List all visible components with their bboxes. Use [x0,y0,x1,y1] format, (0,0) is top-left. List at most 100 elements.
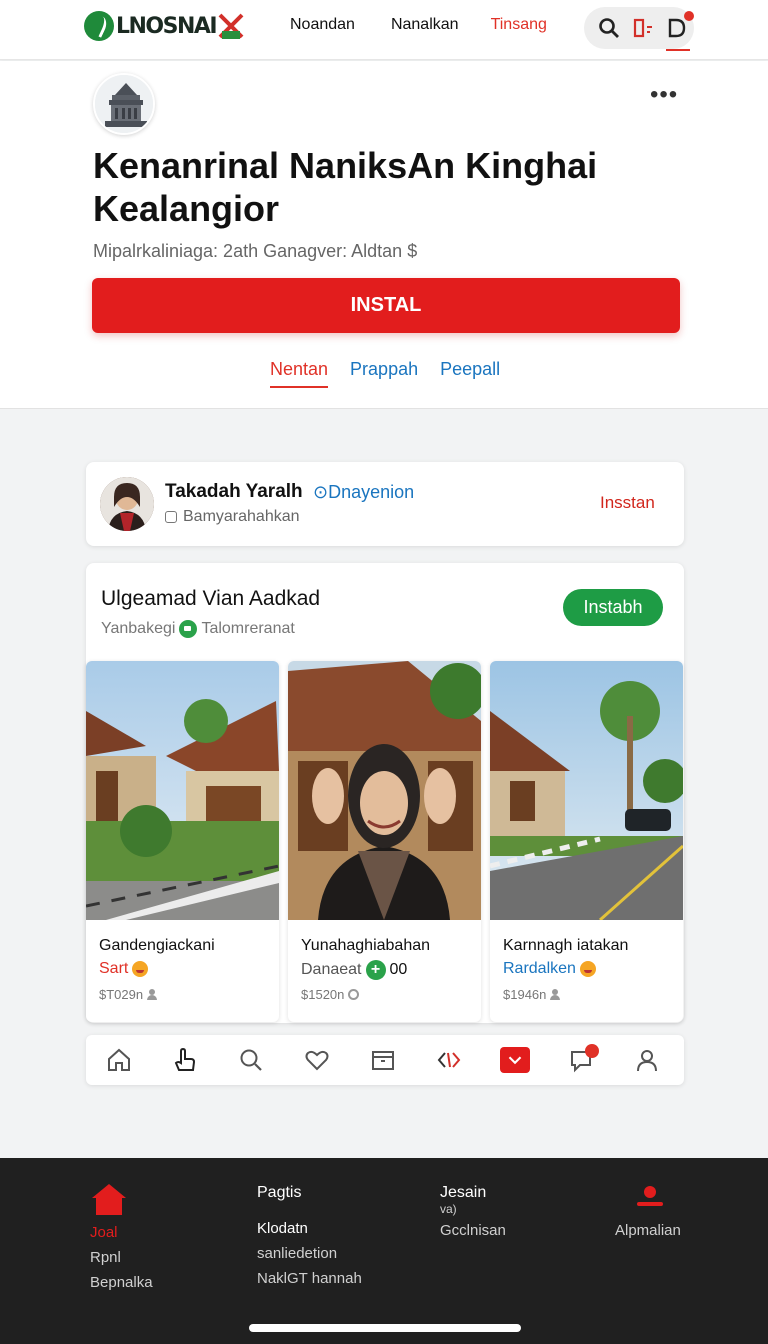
nav-link-3-active[interactable]: Tinsang [491,16,547,34]
app-avatar [93,73,155,135]
home-indicator [249,1324,521,1332]
gallery-subtitle-row: Yanbakegi Talomreranat [101,620,295,638]
footer-link[interactable]: NaklGT hannah [257,1270,362,1287]
gallery-card: Ulgeamad Vian Aadkad Yanbakegi Talomrera… [86,563,684,1023]
tile-price: $1520n [301,987,345,1002]
tile-meta-row: $T029n [99,987,158,1002]
street-photo [490,661,683,920]
brand-logo[interactable]: LNOSNAI [84,10,246,42]
footer-link-account[interactable]: Alpmalian [615,1222,681,1239]
gallery-install-button[interactable]: Instabh [563,589,663,626]
profile-tag-link[interactable]: ⊙Dnayenion [313,482,414,503]
nav-link-1[interactable]: Noandan [290,16,355,34]
dropdown-icon[interactable] [482,1035,548,1085]
tile-meta-row: $1946n [503,987,561,1002]
avatar[interactable] [100,477,154,531]
footer-column-4: Alpmalian [615,1184,681,1239]
tile-meta-row: $1520n [301,987,360,1002]
profile-card[interactable]: Takadah Yaralh ⊙Dnayenion Bamyarahahkan … [86,462,684,546]
header-tabs: Nentan Prappah Peepall [270,359,522,388]
profile-action-link[interactable]: Insstan [600,493,655,513]
footer: Joal Rpnl Bepnalka Pagtis Klodatn sanlie… [0,1158,768,1344]
nav-link-2[interactable]: Nanalkan [391,16,459,34]
account-icon[interactable] [637,1184,663,1212]
heart-icon[interactable] [284,1035,350,1085]
flower-logo-icon [218,13,244,39]
tile-tag-row: Danaeat + 00 [301,960,407,980]
emoji-icon [132,961,149,977]
footer-column-3: Jesain va) Gcclnisan [440,1184,506,1239]
leaf-logo-icon [84,11,114,41]
more-options-icon[interactable]: ••• [650,83,678,107]
notification-badge [684,11,694,21]
tile-title: Yunahaghiabahan [301,937,431,954]
gallery-subtitle-left: Yanbakegi [101,620,176,637]
footer-link[interactable]: Gcclnisan [440,1222,506,1239]
dropdown-button[interactable] [500,1047,530,1073]
tile-tag: Danaeat [301,961,362,978]
plus-icon: + [365,960,386,980]
gallery-title: Ulgeamad Vian Aadkad [101,587,321,610]
tab-3[interactable]: Peepall [440,359,500,388]
footer-heading: Pagtis [257,1184,302,1201]
nav-links: Noandan Nanalkan Tinsang [290,16,583,34]
house-photo [86,661,279,920]
calendar-icon [165,511,177,523]
person-waving-photo [288,661,481,920]
gallery-subtitle-right: Talomreranat [201,620,295,637]
tile-tag: Sart [99,960,129,977]
temple-icon [95,75,153,133]
person-icon [550,989,561,1000]
profile-name: Takadah Yaralh [165,481,303,502]
tile-price: $T029n [99,987,144,1002]
chat-icon[interactable] [548,1035,614,1085]
page-subtitle: Mipalrkaliniaga: 2ath Ganagver: Aldtan $ [93,241,418,261]
install-button[interactable]: INSTAL [92,278,680,333]
footer-link[interactable]: Bepnalka [90,1274,153,1291]
search-icon[interactable] [598,17,620,39]
chat-badge [585,1044,599,1058]
nav-tools [584,7,694,49]
profile-icon[interactable] [614,1035,680,1085]
share-arrows-icon[interactable] [416,1035,482,1085]
footer-link-home[interactable]: Joal [90,1224,153,1241]
top-navigation: LNOSNAI Noandan Nanalkan Tinsang [0,0,768,60]
notification-icon[interactable] [666,11,694,39]
person-photo [100,477,154,531]
gallery-tile[interactable]: Gandengiackani Sart $T029n [86,661,279,1022]
gallery-tile[interactable]: Yunahaghiabahan Danaeat + 00 $1520n [288,661,481,1022]
bookmark-icon[interactable] [632,17,654,39]
footer-link[interactable]: sanliedetion [257,1245,362,1262]
active-tool-underline [666,49,690,51]
gallery-tile[interactable]: Karnnagh iatakan Rardalken $1946n [490,661,683,1022]
footer-subheading: va) [440,1202,457,1216]
person-icon [147,989,158,1000]
footer-link[interactable]: Klodatn [257,1220,362,1237]
profile-subtitle: Bamyarahahkan [183,508,300,525]
logo-text: LNOSNAI [116,13,218,39]
tab-2[interactable]: Prappah [350,359,418,388]
footer-column-1: Joal Rpnl Bepnalka [90,1184,153,1291]
download-icon [179,620,198,638]
footer-heading: Jesain [440,1184,487,1201]
app-header: ••• Kenanrinal NaniksAn Kinghai Kealangi… [0,61,768,409]
action-bar [86,1035,684,1085]
inbox-icon[interactable] [350,1035,416,1085]
footer-link[interactable]: Rpnl [90,1249,153,1266]
tile-tag-row: Sart [99,960,149,978]
profile-subtitle-row: Bamyarahahkan [165,508,300,526]
tile-title: Gandengiackani [99,937,215,954]
search-icon[interactable] [218,1035,284,1085]
tile-price: $1946n [503,987,547,1002]
tab-1[interactable]: Nentan [270,359,329,388]
footer-column-2: Pagtis Klodatn sanliedetion NaklGT hanna… [257,1184,362,1287]
home-icon[interactable] [86,1035,152,1085]
page-title: Kenanrinal NaniksAn Kinghai Kealangior [93,145,598,229]
emoji-icon [579,961,596,977]
tile-tag-row: Rardalken [503,960,596,978]
tile-title: Karnnagh iatakan [503,937,629,954]
hand-icon[interactable] [152,1035,218,1085]
tile-tag: Rardalken [503,960,576,977]
home-icon[interactable] [92,1184,126,1216]
gear-icon [348,989,360,1000]
